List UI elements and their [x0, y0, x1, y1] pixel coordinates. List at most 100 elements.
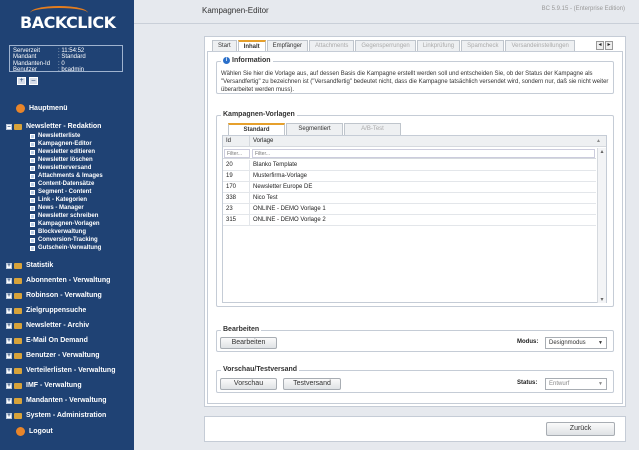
status-label: Status:: [517, 380, 538, 386]
folder-icon: [14, 292, 22, 299]
nav-sub-item[interactable]: Content-Datensätze: [30, 181, 94, 187]
footer-bar: Zurück: [204, 416, 626, 442]
nav-newsletter-redaktion[interactable]: – Newsletter - Redaktion: [0, 123, 134, 130]
filter-id-input[interactable]: [224, 149, 250, 158]
table-row[interactable]: 23 ONLINE - DEMO Vorlage 1: [223, 204, 596, 215]
expand-icon: +: [6, 322, 12, 329]
nav-section[interactable]: + Robinson - Verwaltung: [0, 292, 134, 299]
expand-icon: +: [6, 412, 12, 419]
table-row[interactable]: 338 Nico Test: [223, 193, 596, 204]
folder-icon: [14, 352, 22, 359]
nav-section[interactable]: + System - Administration: [0, 412, 134, 419]
nav-sub-item[interactable]: Blockverwaltung: [30, 229, 86, 235]
version-label: BC 5.9.15 - (Enterprise Edition): [541, 6, 625, 12]
nav-logout[interactable]: Logout: [0, 427, 134, 436]
folder-icon: [14, 262, 22, 269]
vorlagen-grid: Id Vorlage ▲ 20Blanko Template 19Musterf…: [222, 135, 607, 303]
page-icon: [30, 149, 35, 155]
nav-section[interactable]: + Abonnenten - Verwaltung: [0, 277, 134, 284]
subtab-segmentiert[interactable]: Segmentiert: [286, 123, 343, 135]
status-select[interactable]: Entwurf ▼: [545, 378, 607, 390]
nav-sub-item[interactable]: Kampagnen-Vorlagen: [30, 221, 100, 227]
bearbeiten-fieldset: Bearbeiten Bearbeiten Modus: Designmodus…: [216, 326, 614, 352]
nav-sub-item[interactable]: Newsletter editieren: [30, 149, 95, 155]
subtab-standard[interactable]: Standard: [228, 123, 285, 135]
scroll-up-icon[interactable]: ▴: [598, 148, 606, 155]
vorlagen-legend: Kampagnen-Vorlagen: [221, 111, 297, 118]
page-icon: [30, 245, 35, 251]
page-icon: [30, 213, 35, 219]
table-row[interactable]: 20 Blanko Template: [223, 160, 596, 171]
nav-sub-item[interactable]: Kampagnen-Editor: [30, 141, 92, 147]
bearbeiten-legend: Bearbeiten: [221, 326, 262, 333]
nav-sub-item[interactable]: Segment - Content: [30, 189, 91, 195]
nav-sub-item[interactable]: Conversion-Tracking: [30, 237, 98, 243]
expand-icon: +: [6, 262, 12, 269]
col-header-id[interactable]: Id: [223, 136, 250, 146]
page-icon: [30, 165, 35, 171]
vorlagen-tabpanel: Standard Segmentiert A/B-Test Id Vorlage…: [222, 123, 607, 303]
tabs-next-button[interactable]: ▸: [605, 41, 613, 50]
nav-section[interactable]: + Zielgruppensuche: [0, 307, 134, 314]
nav-sub-item[interactable]: Newsletterversand: [30, 165, 91, 171]
vorschau-button[interactable]: Vorschau: [220, 378, 277, 390]
nav-section[interactable]: + IMF - Verwaltung: [0, 382, 134, 389]
nav-sub-item[interactable]: Attachments & Images: [30, 173, 103, 179]
tabs-prev-button[interactable]: ◂: [596, 41, 604, 50]
page-icon: [30, 173, 35, 179]
folder-icon: [14, 367, 22, 374]
nav-sub-item[interactable]: Newsletterliste: [30, 133, 80, 139]
filter-row: [223, 148, 596, 159]
sort-icon[interactable]: ▲: [596, 136, 606, 146]
nav-section[interactable]: + Statistik: [0, 262, 134, 269]
nav-sub-item[interactable]: Newsletter schreiben: [30, 213, 98, 219]
tab-content: i Information Wählen Sie hier die Vorlag…: [207, 51, 623, 404]
subtab-abtest[interactable]: A/B-Test: [344, 123, 401, 135]
nav-sub-item[interactable]: Gutschein-Verwaltung: [30, 245, 101, 251]
info-icon: i: [223, 57, 230, 64]
page-icon: [30, 221, 35, 227]
modus-select[interactable]: Designmodus ▼: [545, 337, 607, 349]
bearbeiten-button[interactable]: Bearbeiten: [220, 337, 277, 349]
expand-icon: +: [6, 292, 12, 299]
page-icon: [30, 189, 35, 195]
nav-sub-item[interactable]: Newsletter löschen: [30, 157, 93, 163]
vorlagen-fieldset: Kampagnen-Vorlagen Standard Segmentiert …: [216, 111, 614, 307]
zurueck-button[interactable]: Zurück: [546, 422, 615, 436]
page-icon: [30, 197, 35, 203]
vorschau-legend: Vorschau/Testversand: [221, 366, 300, 373]
collapse-icon: –: [6, 123, 12, 130]
vorschau-fieldset: Vorschau/Testversand Vorschau Testversan…: [216, 366, 614, 393]
modus-label: Modus:: [517, 339, 539, 345]
expand-all-button[interactable]: +: [17, 77, 26, 85]
col-header-vorlage[interactable]: Vorlage: [250, 136, 596, 146]
scroll-down-icon[interactable]: ▾: [598, 296, 606, 303]
expand-icon: +: [6, 367, 12, 374]
nav-section[interactable]: + Verteilerlisten - Verwaltung: [0, 367, 134, 374]
nav-section[interactable]: + Mandanten - Verwaltung: [0, 397, 134, 404]
grid-scrollbar[interactable]: ▴ ▾: [597, 148, 606, 303]
nav-section[interactable]: + E-Mail On Demand: [0, 337, 134, 344]
page-title: Kampagnen-Editor: [202, 6, 269, 15]
nav-section[interactable]: + Newsletter - Archiv: [0, 322, 134, 329]
filter-vorlage-input[interactable]: [252, 149, 595, 158]
folder-icon: [14, 382, 22, 389]
information-legend: i Information: [221, 57, 273, 64]
logo: BACKCLICK: [20, 13, 116, 32]
expand-icon: +: [6, 352, 12, 359]
home-icon: [16, 104, 25, 113]
information-fieldset: i Information Wählen Sie hier die Vorlag…: [216, 57, 614, 94]
page-icon: [30, 133, 35, 139]
folder-icon: [14, 123, 22, 130]
nav-sub-item[interactable]: Link - Kategorien: [30, 197, 87, 203]
table-row[interactable]: 315 ONLINE - DEMO Vorlage 2: [223, 215, 596, 226]
nav-section[interactable]: + Benutzer - Verwaltung: [0, 352, 134, 359]
table-row[interactable]: 19 Musterfirma-Vorlage: [223, 171, 596, 182]
chevron-down-icon: ▼: [598, 340, 603, 346]
table-row[interactable]: 170 Newsletter Europe DE: [223, 182, 596, 193]
collapse-all-button[interactable]: –: [29, 77, 38, 85]
nav-sub-item[interactable]: News - Manager: [30, 205, 84, 211]
testversand-button[interactable]: Testversand: [283, 378, 341, 390]
nav-hauptmenue[interactable]: Hauptmenü: [0, 104, 134, 113]
chevron-down-icon: ▼: [598, 381, 603, 387]
